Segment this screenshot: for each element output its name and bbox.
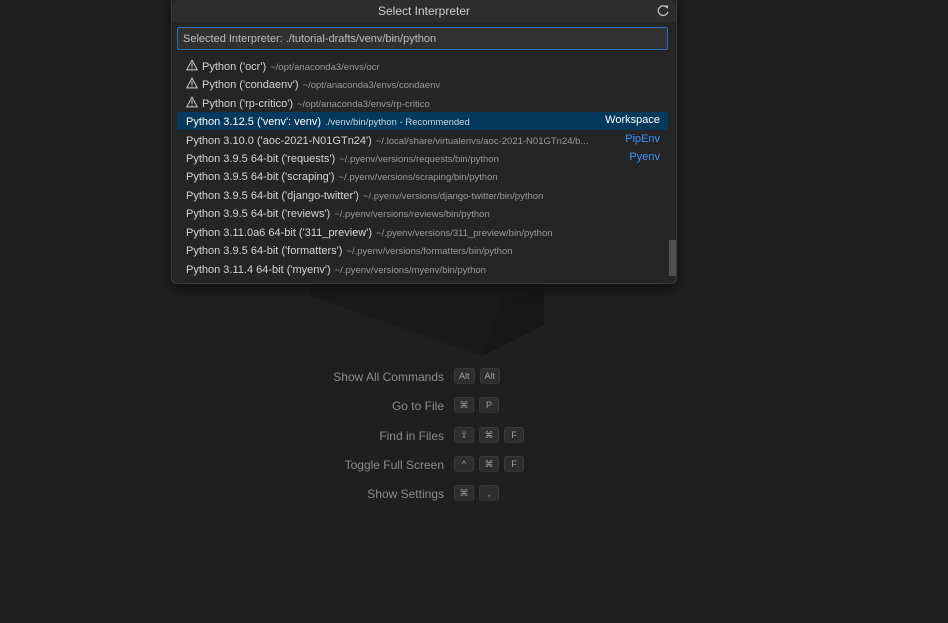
item-description: ~/.local/share/virtualenvs/aoc-2021-N01G… — [375, 136, 589, 147]
item-label: Python ('rp-critico') — [202, 98, 293, 110]
list-scroll-clip — [177, 51, 668, 55]
item-description: ~/.pyenv/versions/311_preview/bin/python — [376, 228, 553, 239]
shortcut-show-settings: Show Settings ⌘ , — [0, 485, 948, 505]
key-cap: Alt — [454, 368, 475, 384]
shortcut-label: Toggle Full Screen — [344, 458, 444, 472]
key-cap: ⌘ — [479, 456, 499, 472]
item-description: ~/.pyenv/versions/myenv/bin/python — [334, 265, 486, 276]
warning-icon — [186, 96, 198, 108]
item-label: Python 3.9.5 64-bit ('requests') — [186, 153, 336, 165]
list-item[interactable]: Python ('ocr') ~/opt/anaconda3/envs/ocr — [177, 57, 668, 75]
list-item[interactable]: Python 3.9.5 64-bit ('scraping') ~/.pyenv… — [177, 167, 668, 185]
warning-icon — [186, 59, 198, 71]
item-label: Python 3.11.0a6 64-bit ('311_preview') — [186, 227, 373, 239]
item-label: Python 3.11.4 64-bit ('myenv') — [186, 264, 331, 276]
list-item[interactable]: Python 3.9.5 64-bit ('django-twitter') ~/… — [177, 186, 668, 204]
quick-pick-title: Select Interpreter — [377, 4, 471, 18]
refresh-icon[interactable] — [656, 4, 670, 18]
item-description: ~/.pyenv/versions/reviews/bin/python — [334, 209, 490, 220]
item-description: ./venv/bin/python - Recommended — [325, 117, 470, 128]
item-label: Python ('condaenv') — [202, 79, 299, 91]
item-description: ~/opt/anaconda3/envs/rp-critico — [297, 99, 430, 110]
key-cap: ⌘ — [454, 485, 474, 501]
item-label: Python ('ocr') — [202, 61, 267, 73]
shortcut-show-all-commands: Show All Commands Alt Alt — [0, 368, 948, 388]
item-badge: PipEnv — [625, 133, 660, 145]
key-cap: F — [504, 427, 524, 443]
shortcut-label: Show All Commands — [333, 370, 444, 384]
item-label: Python 3.12.5 ('venv': venv) — [186, 116, 322, 128]
list-item[interactable]: Python 3.11.4 64-bit ('myenv') ~/.pyenv/v… — [177, 260, 668, 278]
item-description: ~/opt/anaconda3/envs/condaenv — [302, 80, 441, 91]
list-item[interactable]: Python ('condaenv') ~/opt/anaconda3/envs/… — [177, 75, 668, 93]
item-description: ~/.pyenv/versions/formatters/bin/python — [346, 246, 513, 257]
key-cap: , — [479, 485, 499, 501]
key-cap: P — [479, 397, 499, 413]
item-label: Python 3.9.5 64-bit ('scraping') — [186, 171, 335, 183]
interpreter-list: Python ('ocr') ~/opt/anaconda3/envs/ocr P… — [172, 51, 676, 283]
item-description: ~/.pyenv/versions/django-twitter/bin/pyt… — [362, 191, 544, 202]
list-item[interactable]: Python 3.9.5 64-bit ('reviews') ~/.pyenv/… — [177, 204, 668, 222]
key-cap: ⌘ — [454, 397, 474, 413]
item-badge: Pyenv — [629, 151, 660, 163]
item-label: Python 3.9.5 64-bit ('formatters') — [186, 245, 343, 257]
list-item[interactable]: Python 3.10.0 ('aoc-2021-N01GTn24') ~/.lo… — [177, 131, 668, 149]
select-interpreter-quick-pick: Select Interpreter Python ('ocr')~/opt/a… — [171, 0, 677, 284]
item-description: ~/.pyenv/versions/scraping/bin/python — [338, 172, 498, 183]
item-description: ~/.pyenv/versions/requests/bin/python — [339, 154, 499, 165]
shortcut-find-in-files: Find in Files ⇧ ⌘ F — [0, 427, 948, 447]
item-description: ~/opt/anaconda3/envs/ocr — [270, 62, 380, 73]
list-item-selected[interactable]: Python 3.12.5 ('venv': venv) ./venv/bin/p… — [177, 112, 668, 130]
quick-pick-title-bar: Select Interpreter — [172, 0, 676, 22]
interpreter-search-box[interactable] — [177, 27, 668, 50]
shortcut-go-to-file: Go to File ⌘ P — [0, 397, 948, 417]
item-label: Python 3.10.0 ('aoc-2021-N01GTn24') — [186, 135, 372, 147]
shortcut-label: Show Settings — [367, 487, 444, 501]
list-item[interactable]: Python ('rp-critico') ~/opt/anaconda3/env… — [177, 94, 668, 112]
list-item[interactable]: Python 3.11.0a6 64-bit ('311_preview') ~/… — [177, 223, 668, 241]
warning-icon — [186, 77, 198, 89]
key-cap: ^ — [454, 456, 474, 472]
key-cap: Alt — [479, 368, 501, 384]
item-label: Python 3.9.5 64-bit ('reviews') — [186, 208, 331, 220]
key-cap: ⇧ — [454, 427, 474, 443]
shortcut-label: Find in Files — [379, 429, 444, 443]
shortcut-toggle-full-screen: Toggle Full Screen ^ ⌘ F — [0, 456, 948, 476]
key-cap: F — [504, 456, 524, 472]
list-item[interactable]: Python 3.9.5 64-bit ('requests') ~/.pyenv… — [177, 149, 668, 167]
shortcut-label: Go to File — [391, 399, 444, 413]
interpreter-search-input[interactable] — [178, 28, 667, 49]
list-scrollbar-thumb[interactable] — [669, 240, 676, 276]
item-label: Python 3.9.5 64-bit ('django-twitter') — [186, 190, 359, 202]
item-badge: Workspace — [605, 114, 660, 126]
list-item[interactable]: Python 3.9.5 64-bit ('formatters') ~/.pye… — [177, 241, 668, 259]
key-cap: ⌘ — [479, 427, 499, 443]
